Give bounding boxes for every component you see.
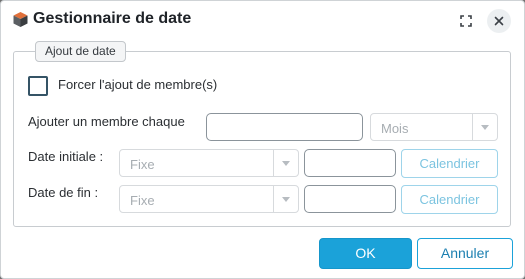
end-date-label: Date de fin : — [28, 185, 99, 200]
start-date-type-select[interactable]: Fixe — [119, 149, 299, 177]
expand-button[interactable] — [454, 9, 478, 33]
cancel-button[interactable]: Annuler — [417, 238, 513, 269]
fieldset-legend: Ajout de date — [35, 41, 126, 62]
date-manager-dialog: Gestionnaire de date Ajout de date Force… — [0, 0, 525, 279]
start-date-label: Date initiale : — [28, 149, 104, 164]
add-member-each-label: Ajouter un membre chaque — [28, 114, 185, 129]
force-add-member-checkbox[interactable] — [28, 76, 48, 96]
start-calendar-button[interactable]: Calendrier — [401, 149, 498, 178]
start-date-input[interactable] — [304, 149, 396, 177]
end-date-input[interactable] — [304, 185, 396, 213]
close-button[interactable] — [487, 9, 511, 33]
start-date-type-value: Fixe — [130, 157, 155, 172]
end-date-type-value: Fixe — [130, 193, 155, 208]
interval-unit-select[interactable]: Mois — [370, 113, 498, 141]
interval-unit-value: Mois — [381, 121, 409, 136]
dialog-title: Gestionnaire de date — [33, 10, 192, 27]
chevron-down-icon — [472, 114, 497, 140]
title-bar: Gestionnaire de date — [1, 1, 524, 41]
add-member-interval-input[interactable] — [206, 113, 363, 141]
end-calendar-button[interactable]: Calendrier — [401, 185, 498, 214]
chevron-down-icon — [273, 150, 298, 176]
chevron-down-icon — [273, 186, 298, 212]
expand-icon — [460, 15, 472, 27]
app-cube-icon — [12, 11, 29, 28]
end-date-type-select[interactable]: Fixe — [119, 185, 299, 213]
close-icon — [494, 16, 504, 26]
ok-button[interactable]: OK — [319, 238, 412, 269]
force-add-member-label[interactable]: Forcer l'ajout de membre(s) — [58, 77, 217, 92]
